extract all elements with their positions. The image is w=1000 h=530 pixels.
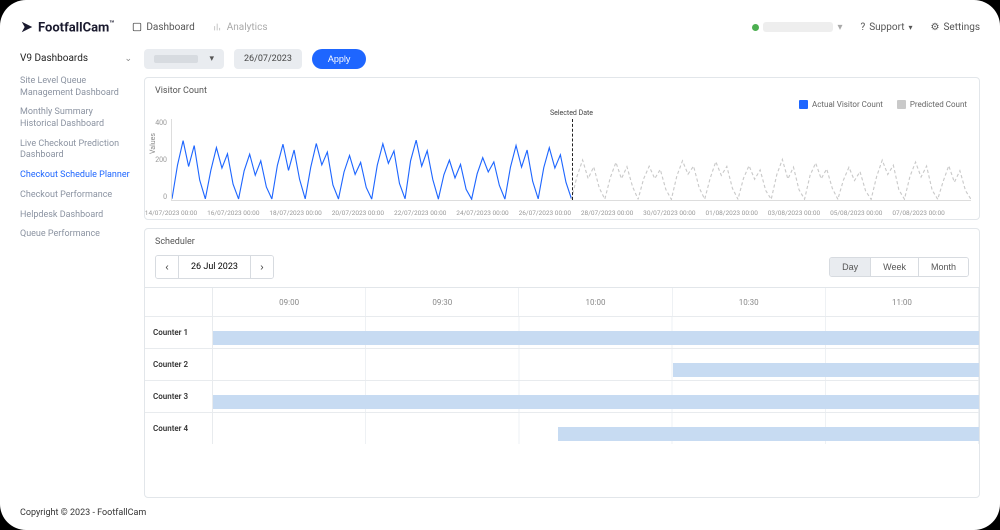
legend-swatch-icon [799,100,808,109]
sidebar-item[interactable]: Checkout Performance [20,186,132,206]
sidebar-item[interactable]: Live Checkout Prediction Dashboard [20,135,132,166]
schedule-bar[interactable] [558,427,979,441]
scheduler-row: Counter 2 [145,348,979,380]
row-slots[interactable] [213,349,979,380]
scheduler-title: Scheduler [145,229,979,247]
gear-icon: ⚙ [931,22,940,33]
chevron-down-icon: ▾ [909,23,913,32]
legend-swatch-icon [897,100,906,109]
chevron-down-icon: ▾ [837,22,842,33]
time-header: 11:00 [826,288,979,316]
app-window: FootfallCam™ Dashboard Analytics ▾ ? Sup… [0,0,1000,530]
scheduler-row: Counter 4 [145,412,979,444]
apply-button[interactable]: Apply [312,49,367,69]
row-slots[interactable] [213,413,979,444]
sidebar-item[interactable]: Monthly Summary Historical Dashboard [20,103,132,134]
brand-logo: FootfallCam™ [20,19,114,35]
schedule-bar[interactable] [673,363,979,377]
scheduler-date-nav: ‹ 26 Jul 2023 › [155,255,274,279]
time-header: 10:00 [519,288,672,316]
dashboard-icon [132,22,142,32]
x-axis-ticks: 14/07/2023 00:0016/07/2023 00:0018/07/20… [171,209,971,217]
chart-legend: Actual Visitor Count Predicted Count [145,96,979,109]
row-slots[interactable] [213,317,979,348]
copyright-footer: Copyright © 2023 - FootfallCam [20,498,980,530]
visitor-count-card: Visitor Count Actual Visitor Count Predi… [144,77,980,220]
scheduler-grid: 09:0009:3010:0010:3011:00 Counter 1Count… [145,287,979,444]
nav-analytics[interactable]: Analytics [213,22,268,33]
scheduler-row: Counter 1 [145,316,979,348]
chart-icon [213,22,223,32]
chevron-down-icon: ⌄ [124,54,132,64]
scheduler-card: Scheduler ‹ 26 Jul 2023 › Day Week Month [144,228,980,498]
row-label: Counter 2 [145,349,213,380]
time-header: 09:30 [366,288,519,316]
row-slots[interactable] [213,381,979,412]
sidebar-item[interactable]: Helpdesk Dashboard [20,206,132,226]
view-switch: Day Week Month [829,257,969,277]
status-dot-icon [752,24,759,31]
top-bar: FootfallCam™ Dashboard Analytics ▾ ? Sup… [20,15,980,39]
nav-settings[interactable]: ⚙ Settings [931,22,980,33]
chart-title: Visitor Count [145,78,979,96]
sidebar-item[interactable]: Checkout Schedule Planner [20,166,132,186]
sidebar: V9 Dashboards ⌄ Site Level Queue Managem… [20,49,132,498]
sidebar-header[interactable]: V9 Dashboards ⌄ [20,49,132,72]
row-label: Counter 4 [145,413,213,444]
time-header: 09:00 [213,288,366,316]
prev-day-button[interactable]: ‹ [156,256,178,278]
time-header: 10:30 [673,288,826,316]
sidebar-item[interactable]: Site Level Queue Management Dashboard [20,72,132,103]
row-label: Counter 3 [145,381,213,412]
row-label: Counter 1 [145,317,213,348]
next-day-button[interactable]: › [251,256,273,278]
entity-select[interactable]: ▾ [144,49,224,69]
nav-dashboard[interactable]: Dashboard [132,22,194,33]
scheduler-row: Counter 3 [145,380,979,412]
schedule-bar[interactable] [213,331,979,345]
nav-support[interactable]: ? Support ▾ [860,22,912,33]
filter-bar: ▾ 26/07/2023 Apply [144,49,980,69]
view-day-button[interactable]: Day [830,258,870,276]
y-axis-ticks: 4002000 [155,119,167,201]
schedule-bar[interactable] [213,395,979,409]
sidebar-item[interactable]: Queue Performance [20,225,132,245]
scheduler-date-display[interactable]: 26 Jul 2023 [178,256,251,278]
view-month-button[interactable]: Month [918,258,968,276]
user-menu[interactable]: ▾ [752,22,842,33]
view-week-button[interactable]: Week [870,258,918,276]
brand-icon [20,20,34,34]
chart-plot: Selected Date [171,119,971,201]
date-picker[interactable]: 26/07/2023 [234,49,302,69]
chevron-down-icon: ▾ [209,54,214,64]
question-icon: ? [860,22,865,33]
